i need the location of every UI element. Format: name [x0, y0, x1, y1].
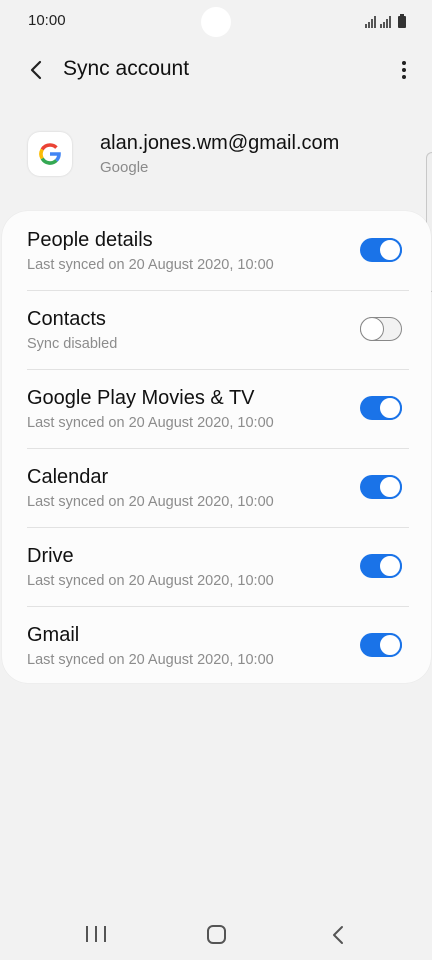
arrow-left-icon [30, 60, 42, 80]
sync-item-status: Last synced on 20 August 2020, 10:00 [27, 573, 274, 589]
google-logo-icon [28, 132, 72, 176]
account-header: alan.jones.wm@gmail.com Google [0, 120, 432, 190]
recents-icon[interactable] [86, 926, 106, 944]
sync-item-people-details[interactable]: People details Last synced on 20 August … [2, 211, 431, 290]
sync-toggle[interactable] [360, 396, 402, 420]
status-icons [365, 14, 406, 28]
sync-item-calendar[interactable]: Calendar Last synced on 20 August 2020, … [2, 448, 431, 527]
more-options-button[interactable] [394, 52, 414, 88]
sync-item-gmail[interactable]: Gmail Last synced on 20 August 2020, 10:… [2, 606, 431, 683]
page-title: Sync account [63, 57, 190, 80]
sync-item-title: Contacts [27, 308, 106, 330]
navigation-bar [0, 910, 432, 960]
sync-item-title: Drive [27, 545, 74, 567]
home-icon[interactable] [207, 925, 226, 944]
account-email: alan.jones.wm@gmail.com [100, 132, 340, 154]
sync-account-screen: 10:00 Sync account alan.jones.wm@gmail.c… [0, 0, 432, 960]
sync-toggle[interactable] [360, 633, 402, 657]
status-bar: 10:00 [0, 0, 432, 44]
app-bar: Sync account [0, 44, 432, 96]
sync-item-contacts[interactable]: Contacts Sync disabled [2, 290, 431, 369]
sync-toggle[interactable] [360, 554, 402, 578]
sync-items-list: People details Last synced on 20 August … [2, 211, 431, 683]
sync-item-title: Gmail [27, 624, 80, 646]
sync-item-status: Last synced on 20 August 2020, 10:00 [27, 415, 274, 431]
sync-toggle[interactable] [360, 238, 402, 262]
sync-item-status: Last synced on 20 August 2020, 10:00 [27, 494, 274, 510]
sync-item-title: People details [27, 229, 153, 251]
sync-toggle[interactable] [360, 475, 402, 499]
back-icon[interactable] [328, 924, 348, 946]
more-vert-icon [402, 61, 406, 65]
signal-icon [365, 16, 376, 28]
sync-item-status: Last synced on 20 August 2020, 10:00 [27, 652, 274, 668]
back-button[interactable] [18, 52, 54, 88]
battery-icon [398, 14, 406, 28]
sync-item-drive[interactable]: Drive Last synced on 20 August 2020, 10:… [2, 527, 431, 606]
sync-item-title: Calendar [27, 466, 109, 488]
signal-icon-2 [380, 16, 391, 28]
camera-cutout [201, 7, 231, 37]
status-time: 10:00 [28, 12, 66, 29]
sync-item-status: Sync disabled [27, 336, 118, 352]
sync-toggle[interactable] [359, 316, 402, 341]
sync-item-title: Google Play Movies & TV [27, 387, 255, 409]
sync-item-google-play-movies[interactable]: Google Play Movies & TV Last synced on 2… [2, 369, 431, 448]
sync-item-status: Last synced on 20 August 2020, 10:00 [27, 257, 274, 273]
account-type: Google [100, 159, 149, 176]
